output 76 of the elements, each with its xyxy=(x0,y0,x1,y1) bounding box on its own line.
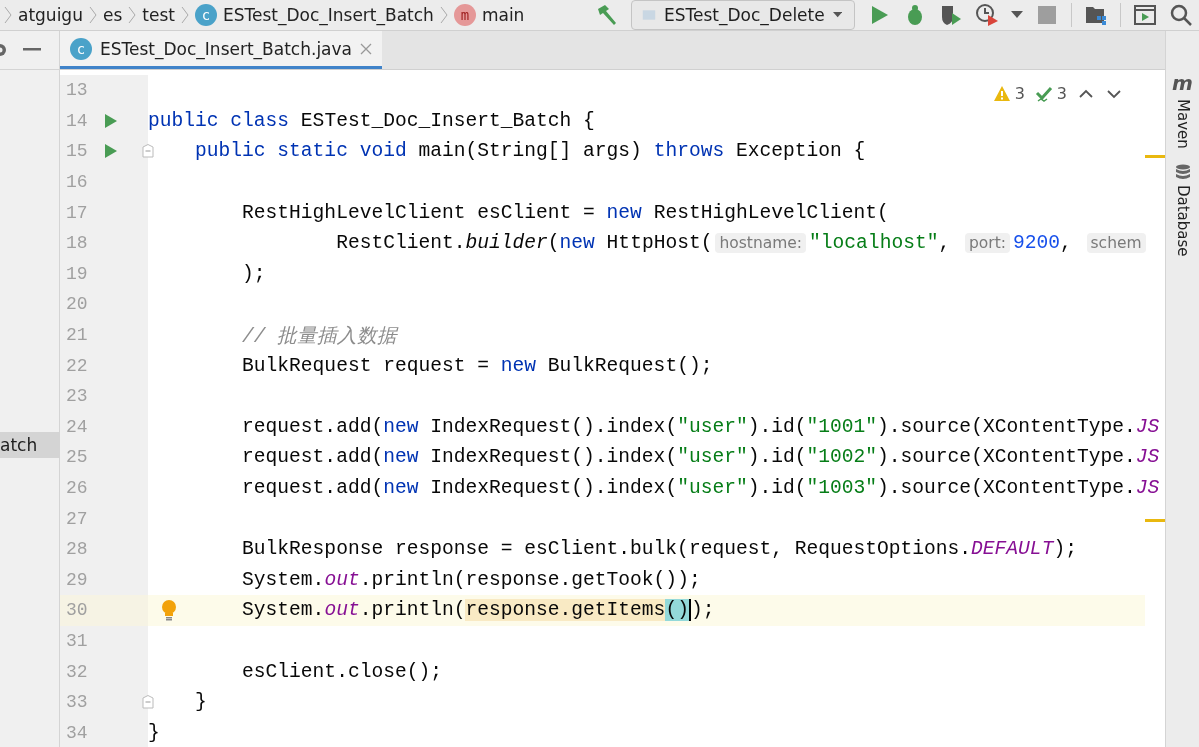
line-number: 16 xyxy=(65,172,89,193)
search-icon[interactable] xyxy=(1169,3,1193,27)
code-line: } xyxy=(194,691,207,714)
code-line: RestHighLevelClient esClient = new RestHighLevelClient( xyxy=(241,201,889,224)
run-icon[interactable] xyxy=(104,143,118,160)
shield-play-icon[interactable] xyxy=(939,3,963,27)
breadcrumb-separator-icon xyxy=(180,5,189,25)
weak-warning-count: 3 xyxy=(1056,84,1067,103)
line-number: 34 xyxy=(65,722,89,743)
code-line: BulkResponse response = esClient.bulk(request, RequestOptions.DEFAULT); xyxy=(241,538,1077,561)
method-icon: m xyxy=(453,4,476,26)
line-number: 13 xyxy=(65,80,89,101)
breadcrumb-item[interactable]: es xyxy=(102,5,123,25)
line-number: 33 xyxy=(65,692,89,713)
code-line: request.add(new IndexRequest().index("user").id("1002").source(XContentType.JS xyxy=(241,446,1160,469)
close-icon[interactable] xyxy=(360,42,372,55)
database-icon xyxy=(1173,162,1192,181)
code-line: System.out.println(response.getTook()); xyxy=(241,568,701,591)
code-line: public class ESTest_Doc_Insert_Batch { xyxy=(148,109,595,132)
code-line: request.add(new IndexRequest().index("user").id("1001").source(XContentType.JS xyxy=(241,415,1160,438)
code-line: // 批量插入数据 xyxy=(241,324,398,349)
line-number: 29 xyxy=(65,569,89,590)
project-tree-item[interactable]: atch xyxy=(0,432,59,458)
code-line: } xyxy=(148,721,160,744)
line-number: 28 xyxy=(65,539,89,560)
breadcrumb-separator-icon xyxy=(128,5,137,25)
code-line: esClient.close(); xyxy=(241,660,442,683)
code-line: public static void main(String[] args) throws Exception { xyxy=(194,140,866,163)
line-number: 26 xyxy=(65,478,89,498)
minimize-icon[interactable] xyxy=(23,48,41,52)
line-number: 27 xyxy=(65,508,89,529)
breadcrumb-item[interactable]: main xyxy=(481,5,525,25)
maven-icon: m xyxy=(1172,71,1193,95)
run-window-icon[interactable] xyxy=(1133,3,1157,27)
line-number: 21 xyxy=(65,325,89,346)
warning-count: 3 xyxy=(1014,84,1025,103)
breadcrumb-item[interactable]: ESTest_Doc_Insert_Batch xyxy=(222,5,434,25)
tool-window-button[interactable]: m Maven xyxy=(1172,71,1193,149)
line-number: 32 xyxy=(65,661,89,682)
stop-icon[interactable] xyxy=(1035,3,1059,27)
editor-tab[interactable]: c ESTest_Doc_Insert_Batch.java xyxy=(60,31,382,69)
class-icon: c xyxy=(194,4,217,26)
warning-icon xyxy=(992,84,1011,103)
hammer-icon[interactable] xyxy=(595,3,619,27)
run-configuration-dropdown[interactable]: ESTest_Doc_Delete xyxy=(631,0,855,30)
line-number: 25 xyxy=(65,447,89,468)
caret-icon[interactable] xyxy=(1011,11,1023,19)
line-number: 31 xyxy=(65,631,89,651)
breadcrumb-item[interactable]: test xyxy=(142,5,175,25)
line-number: 23 xyxy=(65,386,89,407)
code-line: ); xyxy=(241,262,266,285)
line-number: 20 xyxy=(65,294,89,315)
breadcrumb-separator-icon xyxy=(4,5,12,25)
breadcrumb-item[interactable]: atguigu xyxy=(18,5,83,25)
code-line: RestClient.builder(new HttpHost( hostname: "localhost", port: 9200, schem xyxy=(148,232,1149,255)
code-line: BulkRequest request = new BulkRequest(); xyxy=(241,354,713,377)
breadcrumb-separator-icon xyxy=(88,5,97,25)
caret-icon xyxy=(832,11,842,19)
line-number: 24 xyxy=(65,416,89,437)
line-number: 15 xyxy=(65,141,89,162)
code-line: System.out.println(response.getItems()); xyxy=(241,599,715,622)
line-number: 17 xyxy=(65,202,89,223)
warning-marker[interactable] xyxy=(1145,519,1165,522)
breadcrumb-separator-icon xyxy=(439,5,448,25)
code-line: request.add(new IndexRequest().index("user").id("1003").source(XContentType.JS xyxy=(241,477,1160,499)
run-icon[interactable] xyxy=(104,112,118,129)
line-number: 19 xyxy=(65,263,89,284)
line-number: 14 xyxy=(65,110,89,131)
line-number: 22 xyxy=(65,355,89,376)
clock-play-icon[interactable] xyxy=(975,3,999,27)
check-icon xyxy=(1034,84,1053,103)
tool-window-button[interactable]: Database xyxy=(1173,162,1192,257)
line-number: 30 xyxy=(65,600,89,621)
lightbulb-icon[interactable] xyxy=(160,599,178,622)
line-number: 18 xyxy=(65,233,89,254)
warning-marker[interactable] xyxy=(1145,155,1165,158)
